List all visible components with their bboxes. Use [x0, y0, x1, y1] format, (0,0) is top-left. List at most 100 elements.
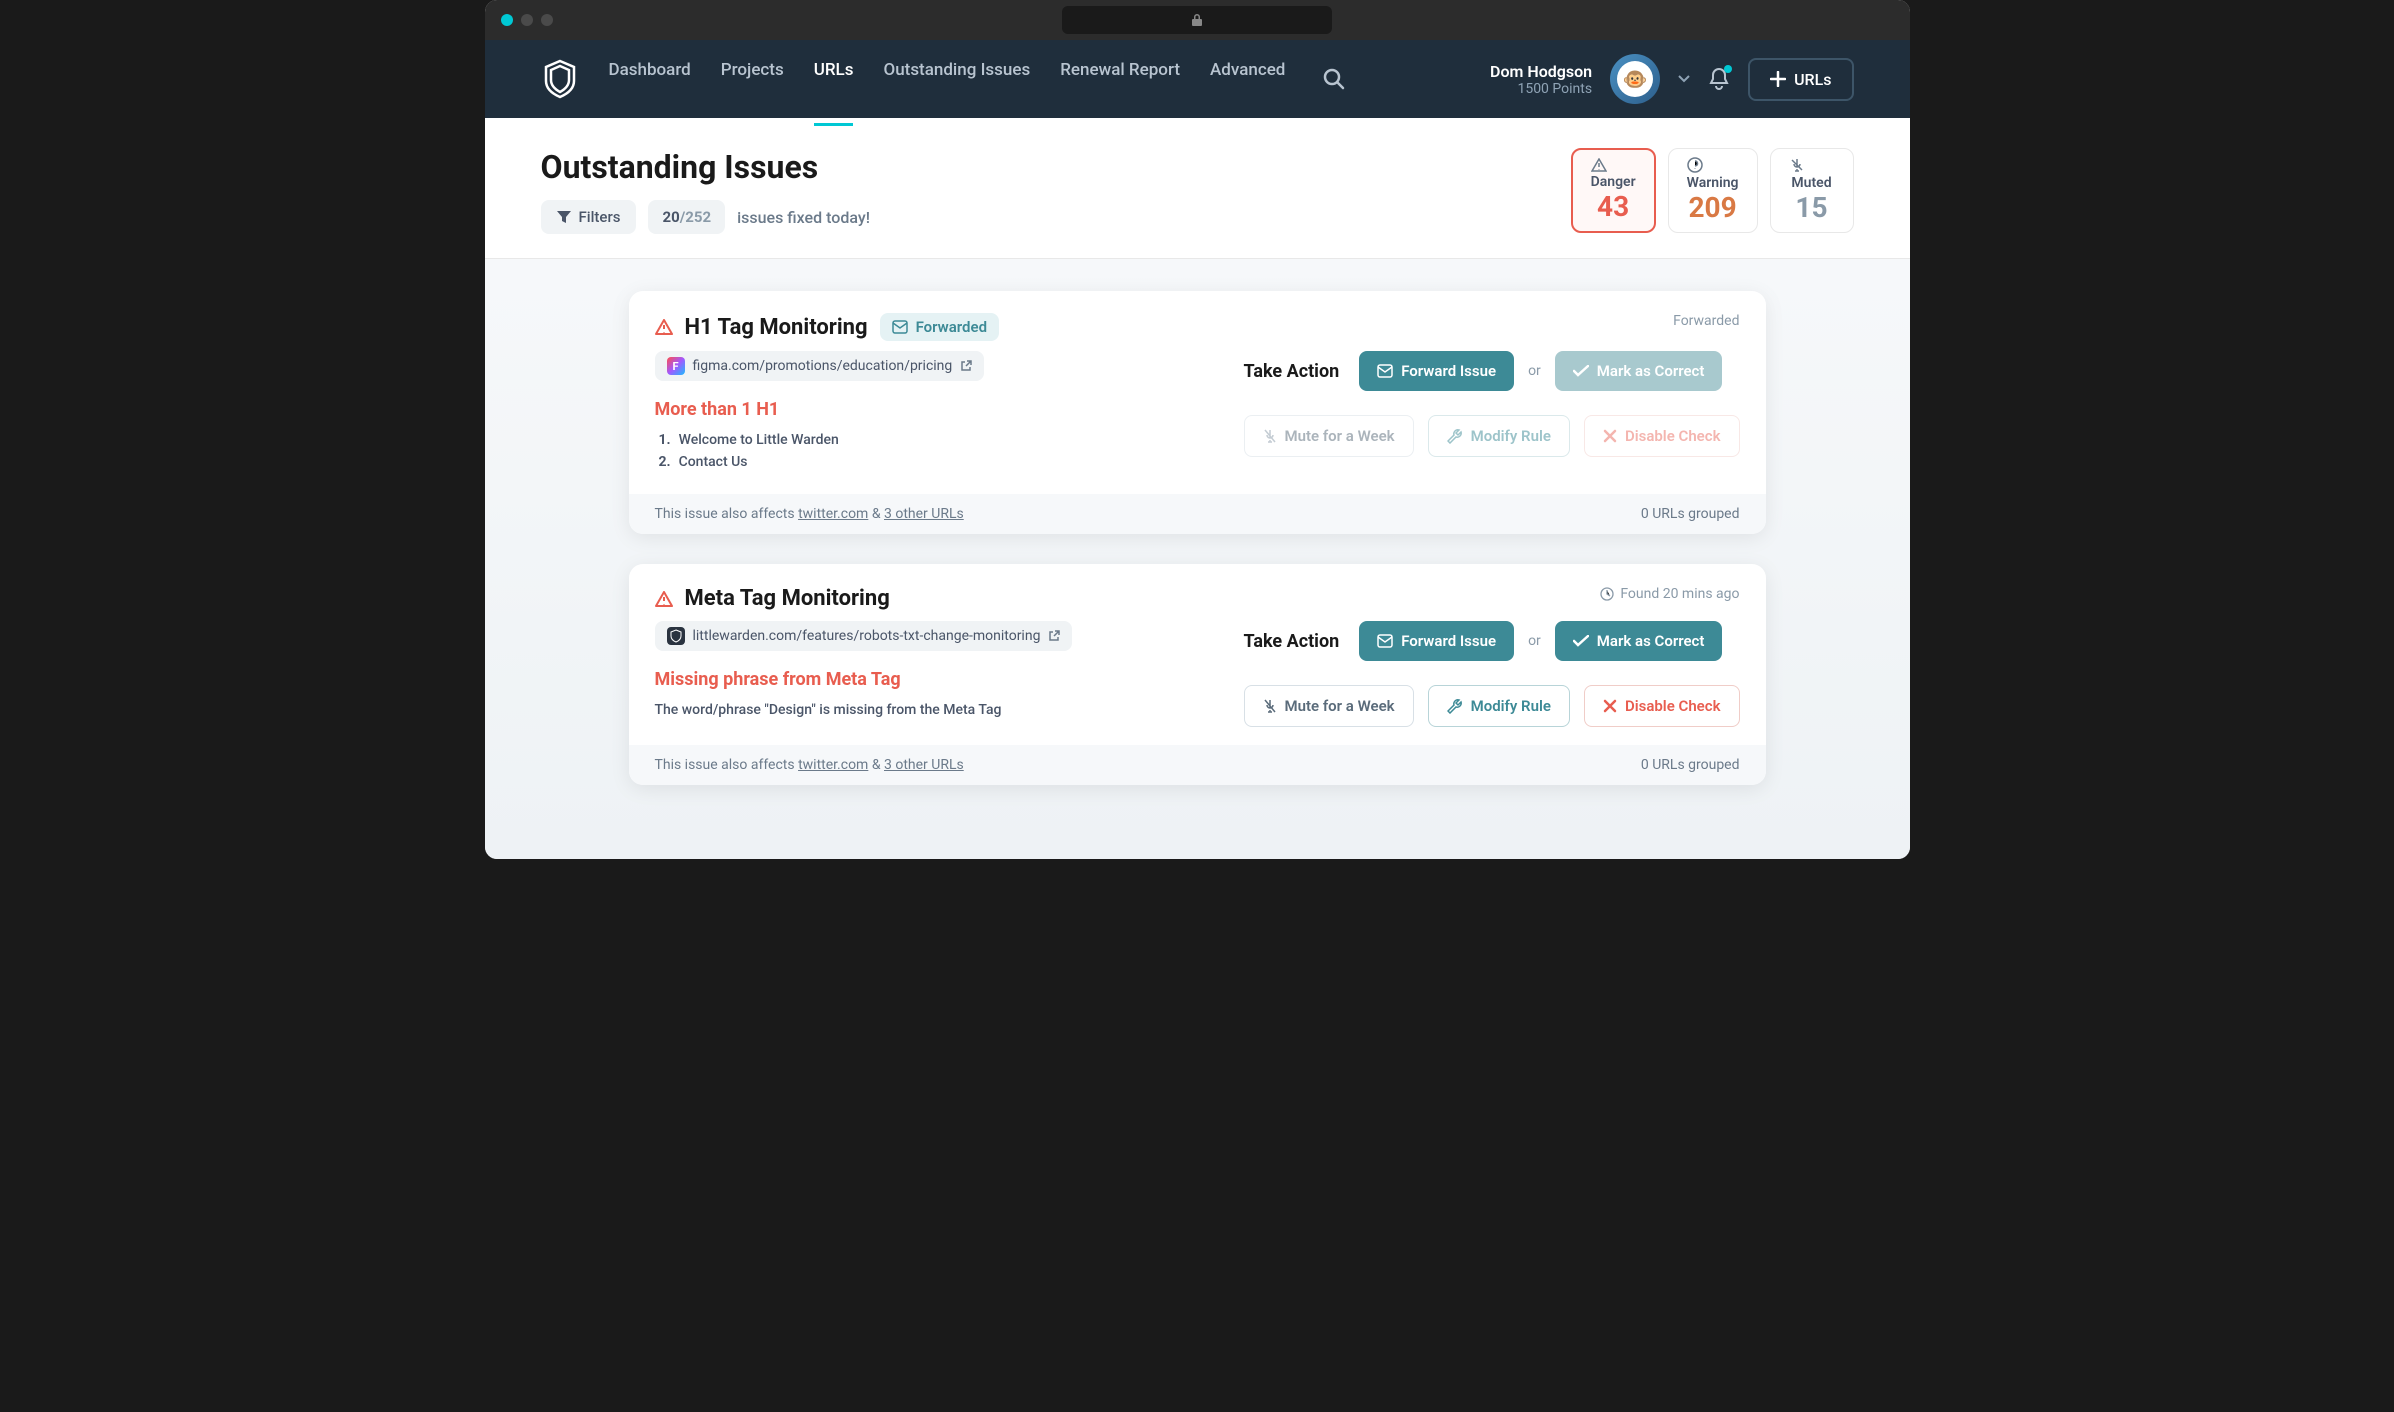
disable-check-button[interactable]: Disable Check: [1584, 415, 1740, 457]
mark-correct-button[interactable]: Mark as Correct: [1555, 621, 1723, 661]
footer-link[interactable]: twitter.com: [798, 757, 868, 773]
external-link-icon: [960, 360, 972, 372]
clock-icon: [1600, 587, 1614, 601]
mute-label: Mute for a Week: [1285, 427, 1395, 445]
stat-muted-label: Muted: [1789, 175, 1835, 191]
stat-danger[interactable]: Danger 43: [1571, 148, 1656, 233]
traffic-light-close[interactable]: [501, 14, 513, 26]
notifications-button[interactable]: [1708, 67, 1730, 91]
url-text: littlewarden.com/features/robots-txt-cha…: [693, 628, 1041, 644]
external-link-icon: [1048, 630, 1060, 642]
add-urls-button[interactable]: URLs: [1748, 58, 1853, 101]
take-action-label: Take Action: [1244, 361, 1340, 382]
add-urls-label: URLs: [1794, 70, 1831, 89]
traffic-light-minimize[interactable]: [521, 14, 533, 26]
favicon-icon: F: [667, 357, 685, 375]
page-title: Outstanding Issues: [541, 148, 870, 186]
disable-label: Disable Check: [1625, 697, 1721, 715]
disable-label: Disable Check: [1625, 427, 1721, 445]
nav-outstanding-issues[interactable]: Outstanding Issues: [883, 60, 1030, 126]
wrench-icon: [1447, 698, 1463, 714]
footer-prefix: This issue also affects: [655, 506, 799, 522]
lock-icon: [1192, 14, 1202, 26]
nav-urls[interactable]: URLs: [814, 60, 854, 126]
url-chip[interactable]: littlewarden.com/features/robots-txt-cha…: [655, 621, 1073, 651]
stat-danger-label: Danger: [1591, 174, 1636, 190]
stat-warning[interactable]: Warning 209: [1668, 148, 1758, 233]
warning-icon: [1687, 157, 1739, 173]
mute-icon: [1263, 698, 1277, 714]
issue-title: Meta Tag Monitoring: [685, 586, 890, 611]
filter-icon: [557, 210, 571, 224]
mail-icon: [892, 320, 908, 334]
issue-card: Meta Tag Monitoring Found 20 mins ago: [629, 564, 1766, 785]
url-text: figma.com/promotions/education/pricing: [693, 358, 953, 374]
muted-icon: [1789, 157, 1835, 173]
close-icon: [1603, 429, 1617, 443]
issue-meta: Forwarded: [1673, 313, 1739, 329]
user-info: Dom Hodgson 1500 Points: [1490, 62, 1592, 97]
stat-warning-value: 209: [1687, 191, 1739, 224]
user-avatar[interactable]: 🐵: [1610, 54, 1660, 104]
footer-link[interactable]: 3 other URLs: [884, 757, 964, 773]
mail-icon: [1377, 634, 1393, 648]
grouped-count: 0 URLs grouped: [1641, 506, 1740, 522]
mute-button[interactable]: Mute for a Week: [1244, 685, 1414, 727]
check-icon: [1573, 365, 1589, 377]
nav-dashboard[interactable]: Dashboard: [609, 60, 691, 126]
favicon-icon: [667, 627, 685, 645]
user-points: 1500 Points: [1490, 81, 1592, 97]
danger-icon: [1591, 158, 1636, 172]
issue-description: More than 1 H1: [655, 399, 1244, 420]
forward-issue-label: Forward Issue: [1401, 632, 1496, 650]
user-name: Dom Hodgson: [1490, 62, 1592, 81]
stat-muted[interactable]: Muted 15: [1770, 148, 1854, 233]
user-menu-chevron[interactable]: [1678, 75, 1690, 83]
stat-muted-value: 15: [1789, 191, 1835, 224]
logo[interactable]: [541, 58, 579, 100]
url-chip[interactable]: F figma.com/promotions/education/pricing: [655, 351, 985, 381]
browser-url-bar[interactable]: [1062, 6, 1332, 34]
issue-meta: Found 20 mins ago: [1600, 586, 1739, 602]
or-text: or: [1528, 363, 1541, 379]
footer-link[interactable]: twitter.com: [798, 506, 868, 522]
mark-correct-label: Mark as Correct: [1597, 632, 1705, 650]
footer-link[interactable]: 3 other URLs: [884, 506, 964, 522]
modify-rule-button[interactable]: Modify Rule: [1428, 415, 1570, 457]
forwarded-badge: Forwarded: [880, 313, 999, 341]
mute-button[interactable]: Mute for a Week: [1244, 415, 1414, 457]
forward-issue-label: Forward Issue: [1401, 362, 1496, 380]
traffic-light-zoom[interactable]: [541, 14, 553, 26]
forward-issue-button[interactable]: Forward Issue: [1359, 621, 1514, 661]
alert-icon: [655, 591, 673, 607]
disable-check-button[interactable]: Disable Check: [1584, 685, 1740, 727]
card-footer: This issue also affects twitter.com & 3 …: [629, 494, 1766, 534]
wrench-icon: [1447, 428, 1463, 444]
or-text: or: [1528, 633, 1541, 649]
nav-projects[interactable]: Projects: [721, 60, 784, 126]
list-item: 2.Contact Us: [659, 454, 1244, 470]
mark-correct-button[interactable]: Mark as Correct: [1555, 351, 1723, 391]
card-footer: This issue also affects twitter.com & 3 …: [629, 745, 1766, 785]
page-header: Outstanding Issues Filters 20/252 issues…: [485, 118, 1910, 259]
fixed-total: /252: [680, 208, 711, 226]
issues-fixed-badge: 20/252: [648, 200, 725, 234]
mark-correct-label: Mark as Correct: [1597, 362, 1705, 380]
filters-label: Filters: [579, 208, 621, 226]
check-icon: [1573, 635, 1589, 647]
notification-dot-icon: [1724, 65, 1732, 73]
forward-issue-button[interactable]: Forward Issue: [1359, 351, 1514, 391]
fixed-count: 20: [662, 208, 679, 226]
filters-button[interactable]: Filters: [541, 200, 637, 234]
window-titlebar: [485, 0, 1910, 40]
list-item: 1.Welcome to Little Warden: [659, 432, 1244, 448]
stat-danger-value: 43: [1591, 190, 1636, 223]
grouped-count: 0 URLs grouped: [1641, 757, 1740, 773]
modify-rule-button[interactable]: Modify Rule: [1428, 685, 1570, 727]
modify-label: Modify Rule: [1471, 697, 1551, 715]
forwarded-badge-label: Forwarded: [916, 318, 987, 336]
close-icon: [1603, 699, 1617, 713]
nav-renewal-report[interactable]: Renewal Report: [1060, 60, 1180, 126]
nav-advanced[interactable]: Advanced: [1210, 60, 1285, 126]
search-button[interactable]: [1315, 60, 1353, 98]
